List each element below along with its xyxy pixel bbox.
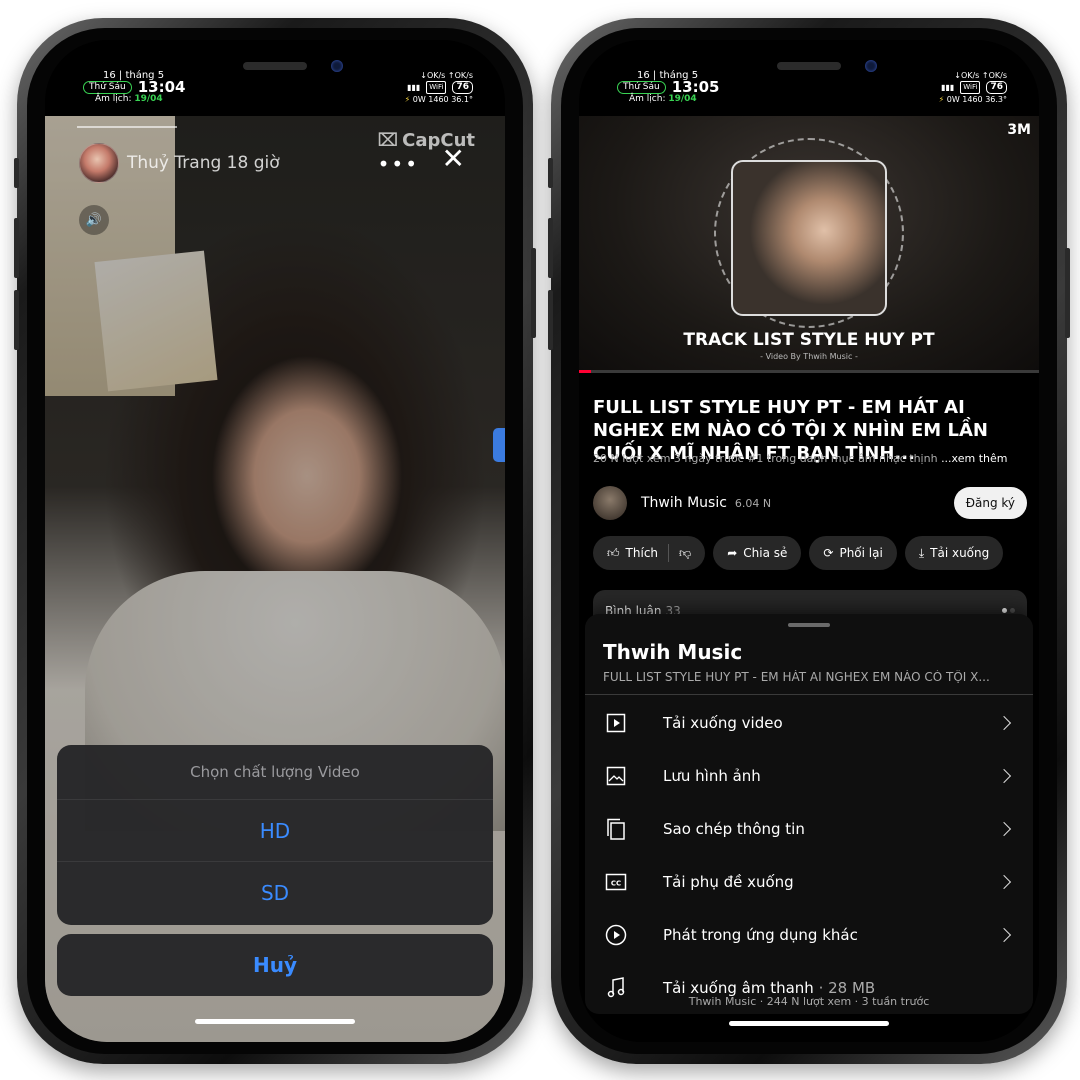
status-day: Thứ Sáu	[617, 81, 666, 94]
network-speed: ↓OK/s ↑OK/s	[420, 71, 473, 80]
side-tab[interactable]	[493, 428, 505, 462]
chevron-right-icon	[996, 874, 1012, 889]
bolt-icon: ⚡	[404, 95, 411, 104]
status-bar: 16 | tháng 5 Thứ Sáu 13:04 Âm lịch: 19/0…	[45, 52, 505, 108]
download-subtitles-option[interactable]: CC Tải phụ đề xuống	[585, 855, 1033, 908]
option-hd[interactable]: HD	[57, 800, 493, 862]
channel-name[interactable]: Thwih Music	[641, 495, 727, 511]
play-in-other-app-option[interactable]: Phát trong ứng dụng khác	[585, 908, 1033, 961]
battery-icon: 76	[986, 81, 1007, 94]
svg-text:CC: CC	[611, 879, 621, 887]
capcut-icon: ⌧	[377, 130, 399, 151]
cc-icon: CC	[603, 869, 629, 895]
lunar-label: Âm lịch:	[629, 94, 666, 104]
audio-size: · 28 MB	[813, 978, 876, 997]
left-phone: 16 | tháng 5 Thứ Sáu 13:04 Âm lịch: 19/0…	[14, 18, 536, 1064]
option-sd[interactable]: SD	[57, 862, 493, 924]
signal-icon: ▮▮▮	[407, 83, 421, 92]
download-options-sheet: Thwih Music FULL LIST STYLE HUY PT - EM …	[585, 614, 1033, 1014]
hero-title: TRACK LIST STYLE HUY PT	[683, 330, 935, 350]
image-icon	[603, 763, 629, 789]
video-player[interactable]: 3M TRACK LIST STYLE HUY PT - Video By Th…	[579, 116, 1039, 372]
channel-brand-logo: 3M	[1007, 122, 1031, 138]
status-time: 13:05	[671, 78, 720, 96]
avatar[interactable]	[79, 143, 119, 183]
share-button[interactable]: ➦ Chia sẻ	[713, 536, 802, 570]
power-value: 0W	[946, 95, 960, 104]
right-phone: 16 | tháng 5 Thứ Sáu 13:05 Âm lịch: 19/0…	[548, 18, 1070, 1064]
cycle-value: 1460	[962, 95, 983, 104]
save-image-option[interactable]: Lưu hình ảnh	[585, 749, 1033, 802]
avatar[interactable]	[593, 486, 627, 520]
show-more-link[interactable]: ...xem thêm	[941, 452, 1007, 465]
story-author[interactable]: Thuỷ Trang 18 giờ	[79, 143, 280, 183]
next-video-meta: Thwih Music · 244 N lượt xem · 3 tuần tr…	[688, 995, 930, 1008]
status-time: 13:04	[137, 78, 186, 96]
chevron-right-icon	[996, 927, 1012, 942]
left-screen: 16 | tháng 5 Thứ Sáu 13:04 Âm lịch: 19/0…	[45, 40, 505, 1042]
chevron-right-icon	[996, 768, 1012, 783]
power-value: 0W	[412, 95, 426, 104]
sheet-title: Thwih Music	[603, 640, 743, 664]
hero-subtitle: - Video By Thwih Music -	[760, 352, 858, 361]
subscriber-count: 6.04 N	[734, 496, 772, 510]
download-button[interactable]: ⤓ Tải xuống	[904, 536, 1004, 570]
cover-art	[731, 160, 887, 316]
play-circle-icon	[603, 922, 629, 948]
temp-value: 36.3°	[985, 95, 1007, 104]
close-button[interactable]: ✕	[442, 142, 465, 175]
cycle-value: 1460	[428, 95, 449, 104]
lunar-label: Âm lịch:	[95, 94, 132, 104]
signal-icon: ▮▮▮	[941, 83, 955, 92]
channel-row: Thwih Music 6.04 N Đăng ký	[593, 485, 1027, 521]
sheet-subtitle: FULL LIST STYLE HUY PT - EM HÁT AI NGHEX…	[603, 670, 990, 684]
chevron-right-icon	[996, 715, 1012, 730]
action-chips: 👍︎ Thích 👎︎ ➦ Chia sẻ ⟳ Phối lại ⤓ Tải x…	[593, 536, 1039, 570]
video-progress-bar[interactable]	[579, 370, 1039, 373]
wifi-icon: WiFi	[426, 81, 447, 94]
download-video-option[interactable]: Tải xuống video	[585, 696, 1033, 749]
subscribe-button[interactable]: Đăng ký	[953, 487, 1027, 519]
comparison-stage: 16 | tháng 5 Thứ Sáu 13:04 Âm lịch: 19/0…	[0, 0, 1080, 1080]
more-button[interactable]: •••	[378, 152, 419, 176]
cancel-card: Huỷ	[57, 934, 493, 996]
remix-button[interactable]: ⟳ Phối lại	[809, 536, 897, 570]
sheet-handle[interactable]	[788, 623, 830, 627]
status-day: Thứ Sáu	[83, 81, 132, 94]
temp-value: 36.1°	[451, 95, 473, 104]
home-indicator[interactable]	[195, 1019, 355, 1024]
like-button[interactable]: 👍︎ Thích 👎︎	[593, 536, 706, 570]
remix-icon: ⟳	[823, 546, 834, 560]
video-meta[interactable]: 20 N lượt xem 3 ngày trước #1 trong danh…	[593, 452, 1027, 465]
right-screen: 16 | tháng 5 Thứ Sáu 13:05 Âm lịch: 19/0…	[579, 40, 1039, 1042]
play-box-icon	[603, 710, 629, 736]
lunar-date: 19/04	[668, 94, 697, 104]
thumbs-down-icon[interactable]: 👎︎	[679, 546, 691, 561]
bolt-icon: ⚡	[938, 95, 945, 104]
status-bar: 16 | tháng 5 Thứ Sáu 13:05 Âm lịch: 19/0…	[579, 52, 1039, 108]
chevron-right-icon	[996, 821, 1012, 836]
download-icon: ⤓	[918, 545, 925, 560]
sheet-title: Chọn chất lượng Video	[57, 745, 493, 800]
lunar-date: 19/04	[134, 94, 163, 104]
thumbs-up-icon: 👍︎	[607, 545, 620, 560]
cancel-button[interactable]: Huỷ	[57, 934, 493, 996]
home-indicator[interactable]	[729, 1021, 889, 1026]
battery-icon: 76	[452, 81, 473, 94]
wifi-icon: WiFi	[960, 81, 981, 94]
copy-info-option[interactable]: Sao chép thông tin	[585, 802, 1033, 855]
author-label: Thuỷ Trang 18 giờ	[127, 153, 280, 173]
copy-icon	[603, 816, 629, 842]
network-speed: ↓OK/s ↑OK/s	[954, 71, 1007, 80]
quality-action-sheet: Chọn chất lượng Video HD SD	[57, 745, 493, 925]
share-icon: ➦	[727, 546, 738, 560]
story-progress	[77, 126, 177, 128]
speaker-icon[interactable]: 🔊	[79, 205, 109, 235]
